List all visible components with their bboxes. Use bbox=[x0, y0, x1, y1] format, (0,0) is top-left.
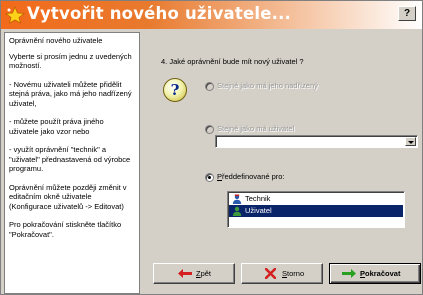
next-button[interactable]: Pokračovat bbox=[329, 263, 421, 284]
user-icon bbox=[232, 206, 242, 216]
help-button[interactable]: ? bbox=[398, 6, 416, 21]
sidebar-heading: Oprávnění nového uživatele bbox=[9, 36, 103, 45]
radio-same-as-user[interactable] bbox=[205, 125, 214, 134]
user-combobox[interactable] bbox=[215, 135, 418, 148]
sidebar-paragraph: Oprávnění můžete později změnit v editač… bbox=[9, 182, 127, 211]
question-icon: ? bbox=[163, 78, 187, 102]
radio-same-as-supervisor[interactable] bbox=[205, 82, 214, 91]
create-user-dialog: Vytvořit nového uživatele... ? Oprávnění… bbox=[0, 0, 423, 295]
back-button-label: Zpět bbox=[196, 269, 212, 278]
technician-icon bbox=[232, 194, 242, 204]
next-button-label: Pokračovat bbox=[360, 269, 401, 278]
sidebar-paragraph: - můžete použít práva jiného uživatele j… bbox=[9, 117, 104, 136]
help-sidebar: Oprávnění nového uživatele Vyberte si pr… bbox=[4, 32, 140, 294]
arrow-right-icon bbox=[342, 269, 356, 278]
title-bar[interactable]: Vytvořit nového uživatele... ? bbox=[1, 1, 422, 29]
sidebar-paragraph: - využít oprávnění "technik" a "uživatel… bbox=[9, 145, 131, 173]
list-item-technik[interactable]: Technik bbox=[229, 193, 403, 205]
option-same-as-supervisor-label: Stejné jako má jeho nadřízený bbox=[217, 81, 318, 90]
list-item-label: Uživatel bbox=[245, 206, 272, 215]
option-same-as-user-label: Stejné jako má uživatel bbox=[217, 124, 295, 133]
combo-dropdown-arrow-icon[interactable] bbox=[405, 137, 416, 146]
list-item-label: Technik bbox=[245, 194, 271, 203]
cancel-button-label: Storno bbox=[282, 269, 305, 278]
option-predefined-label: Předdefinované pro: bbox=[217, 172, 285, 181]
sidebar-paragraph: - Novému uživateli můžete přidělit stejn… bbox=[9, 79, 132, 108]
wizard-star-icon bbox=[4, 5, 26, 24]
question-text: 4. Jaké oprávnění bude mít nový uživatel… bbox=[161, 57, 304, 66]
window-title: Vytvořit nového uživatele... bbox=[27, 4, 292, 23]
cancel-button[interactable]: Storno bbox=[241, 263, 323, 284]
arrow-left-icon bbox=[178, 269, 192, 278]
radio-predefined[interactable] bbox=[205, 173, 214, 182]
x-icon bbox=[265, 268, 276, 279]
sidebar-paragraph: Vyberte si prosím jednu z uvedených možn… bbox=[9, 51, 132, 71]
sidebar-paragraph: Pro pokračování stiskněte tlačítko "Pokr… bbox=[9, 220, 122, 239]
predefined-role-list[interactable]: Technik Uživatel bbox=[227, 191, 405, 228]
back-button[interactable]: Zpět bbox=[153, 263, 235, 284]
list-item-uzivatel[interactable]: Uživatel bbox=[229, 205, 403, 217]
